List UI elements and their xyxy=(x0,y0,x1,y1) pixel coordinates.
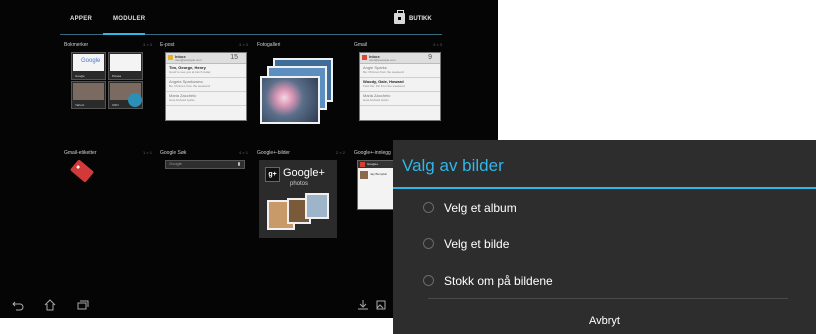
bookmark-caption: Yahoo! xyxy=(75,103,85,107)
cancel-label: Avbryt xyxy=(589,315,620,327)
widget-gplus-photos[interactable]: Google+-bilder 2 × 2 g+ Google+ photos xyxy=(257,150,345,240)
gplus-post-header: Google+ xyxy=(367,162,379,166)
cancel-button[interactable]: Avbryt xyxy=(393,299,816,334)
widget-bookmarks[interactable]: Bokmerker 3 × 3 Google Google Picasa Yah… xyxy=(64,42,152,122)
option-label: Velg et album xyxy=(444,201,517,215)
snippet: How Android works xyxy=(363,98,389,102)
widget-label: Bokmerker xyxy=(64,42,89,48)
post-author: Jay Bumpkin xyxy=(370,172,388,176)
dialog-title: Valg av bilder xyxy=(402,156,504,175)
download-icon xyxy=(358,300,368,310)
widget-google-search[interactable]: Google Søk 4 × 1 Google xyxy=(160,150,248,175)
home-icon xyxy=(44,299,56,311)
widget-gplus-posts[interactable]: Google+-innlegg Google+ Jay Bumpkin xyxy=(354,150,397,210)
list-item: Angela Sparkowna Re: Pictures from the w… xyxy=(166,78,246,92)
email-icon xyxy=(168,55,173,60)
avatar xyxy=(360,171,368,179)
recent-apps-button[interactable] xyxy=(75,298,89,312)
gplus-photos-preview: g+ Google+ photos xyxy=(259,160,337,238)
image-icon xyxy=(376,300,386,310)
widget-label: Gmail xyxy=(354,42,368,48)
recent-apps-icon xyxy=(77,300,89,310)
list-item: Angie Sparks Re: Pictures from the weeke… xyxy=(360,64,440,78)
list-item: Maria Zacchelo How Android works xyxy=(360,92,440,106)
gplus-post-preview: Google+ Jay Bumpkin xyxy=(357,160,397,210)
option-label: Velg et bilde xyxy=(444,237,510,251)
unread-count: 15 xyxy=(230,54,238,61)
radio-button[interactable] xyxy=(423,275,434,286)
bookmark-star-icon xyxy=(128,93,142,107)
unread-count: 9 xyxy=(428,54,432,61)
google-logo-text: Google xyxy=(81,58,101,64)
bookmark-thumb: Yahoo! xyxy=(71,81,106,109)
label-tag-icon xyxy=(69,159,95,183)
image-choice-dialog: Valg av bilder Velg et album Velg et bil… xyxy=(393,140,816,334)
gplus-title: Google+ xyxy=(283,167,325,179)
microphone-icon xyxy=(238,162,240,166)
snippet: Re: Pictures from the weekend xyxy=(363,70,405,74)
list-item: Woody, Gale, Howard Fwd: Re: Pic from th… xyxy=(360,78,440,92)
snippet: Re: Pictures from the weekend xyxy=(169,84,211,88)
tab-apps[interactable]: APPER xyxy=(70,16,92,22)
widget-gallery[interactable]: Fotogalleri xyxy=(257,42,345,132)
widget-size: 3 × 3 xyxy=(142,42,152,47)
radio-button[interactable] xyxy=(423,238,434,249)
widget-label: Google+-innlegg xyxy=(354,150,391,156)
photo-stack-item xyxy=(260,76,320,124)
bookmark-caption: Google xyxy=(75,74,85,78)
tab-bar: APPER MODULER BUTIKK xyxy=(0,0,498,40)
option-label: Stokk om på bildene xyxy=(444,274,553,288)
widget-size: 1 × 1 xyxy=(142,150,152,155)
widget-size: 3 × 3 xyxy=(238,42,248,47)
active-tab-indicator xyxy=(103,33,145,35)
snippet: How Android works xyxy=(169,98,195,102)
widget-size: 4 × 1 xyxy=(238,150,248,155)
gallery-shortcut-button[interactable] xyxy=(374,298,388,312)
widget-label: Fotogalleri xyxy=(257,42,281,48)
widget-email[interactable]: E-post 3 × 3 Inbox user@example.com 15 T… xyxy=(160,42,248,122)
bookmark-thumb: Google Google xyxy=(71,52,106,80)
tab-widgets[interactable]: MODULER xyxy=(113,16,145,22)
dialog-title-divider xyxy=(393,187,816,189)
list-item: Tim, George, Henry Good to see you at lu… xyxy=(166,64,246,78)
widget-label: Google+-bilder xyxy=(257,150,290,156)
bookmark-caption: Picasa xyxy=(112,74,122,78)
gmail-icon xyxy=(362,55,367,60)
snippet: Fwd: Re: Pic from the weekend xyxy=(363,84,405,88)
back-button[interactable] xyxy=(11,298,25,312)
search-hint: Google xyxy=(169,161,182,166)
widget-gmail-labels[interactable]: Gmail-etiketter 1 × 1 xyxy=(64,150,152,195)
search-bar-preview: Google xyxy=(165,160,245,169)
gmail-preview: Inbox user@example.com 9 Angie Sparks Re… xyxy=(359,52,441,121)
inbox-account: user@example.com xyxy=(175,58,202,62)
email-preview: Inbox user@example.com 15 Tim, George, H… xyxy=(165,52,247,121)
back-icon xyxy=(12,301,24,311)
store-label: BUTIKK xyxy=(409,16,432,22)
store-icon xyxy=(394,10,405,24)
gplus-subtitle: photos xyxy=(290,181,309,187)
widget-label: E-post xyxy=(160,42,175,48)
gplus-icon xyxy=(360,162,365,167)
widget-size: 3 × 3 xyxy=(432,42,442,47)
gplus-logo-icon: g+ xyxy=(265,167,280,182)
widget-gmail[interactable]: Gmail 3 × 3 Inbox user@example.com 9 Ang… xyxy=(354,42,442,122)
widget-label: Google Søk xyxy=(160,150,187,156)
widget-label: Gmail-etiketter xyxy=(64,150,97,156)
radio-button[interactable] xyxy=(423,202,434,213)
snippet: Good to see you at lunch today xyxy=(169,70,211,74)
bookmark-caption: CNN xyxy=(112,103,119,107)
bookmark-thumb: Picasa xyxy=(108,52,143,80)
screenshot-button[interactable] xyxy=(356,298,370,312)
list-item: Maria Zacchelo How Android works xyxy=(166,92,246,106)
home-button[interactable] xyxy=(43,298,57,312)
photo-thumb xyxy=(305,193,329,219)
widget-size: 2 × 2 xyxy=(335,150,345,155)
inbox-account: user@example.com xyxy=(369,58,396,62)
